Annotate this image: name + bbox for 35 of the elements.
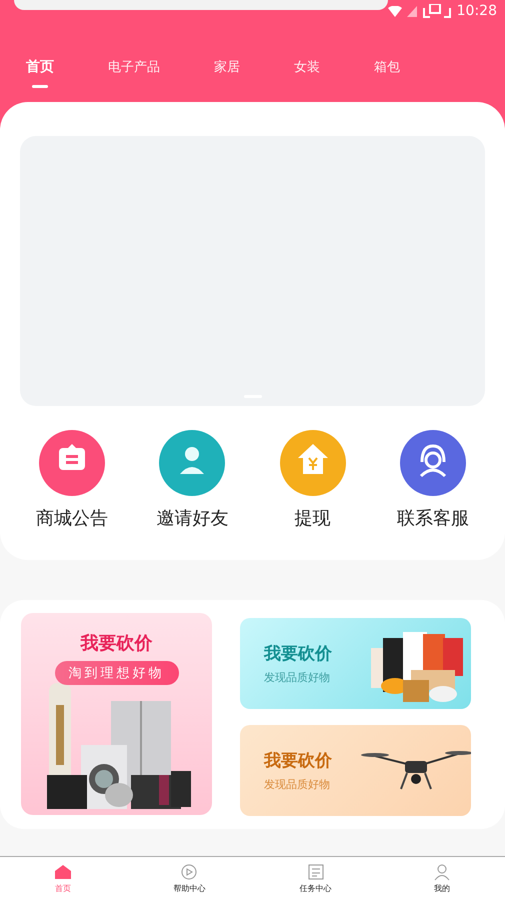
home-icon [54, 863, 72, 881]
battery-icon [422, 4, 452, 18]
checklist-icon [306, 863, 325, 881]
promo-subtitle: 发现品质好物 [264, 670, 331, 685]
status-time: 10:28 [456, 3, 497, 19]
category-tab[interactable]: 箱包 [374, 58, 400, 88]
no-signal-icon [406, 6, 417, 16]
category-tab[interactable]: 首页 [26, 58, 54, 88]
promo-title: 我要砍价 [264, 643, 332, 665]
shortcut-item[interactable]: 商城公告 [12, 430, 132, 530]
promo-subtitle: 发现品质好物 [264, 777, 331, 792]
wifi-icon [388, 6, 402, 16]
shortcut-item[interactable]: 邀请好友 [132, 430, 252, 530]
service-icon [400, 430, 466, 496]
category-tab[interactable]: 电子产品 [108, 58, 160, 88]
promo-banner[interactable]: 我要砍价 淘到理想好物 [21, 613, 212, 815]
nav-item[interactable]: 帮助中心 [126, 857, 252, 899]
nav-item[interactable]: 任务中心 [252, 857, 379, 899]
promo-title: 我要砍价 [264, 750, 332, 772]
promo-tagline: 淘到理想好物 [54, 661, 178, 685]
nav-item[interactable]: 我的 [378, 857, 505, 899]
shortcut-item[interactable]: 联系客服 [372, 430, 493, 530]
shortcut-item[interactable]: 提现 [252, 430, 373, 530]
play-icon [180, 863, 198, 881]
promo-banner[interactable]: 我要砍价 发现品质好物 [240, 725, 471, 816]
category-tab[interactable]: 女装 [294, 58, 320, 88]
nav-item[interactable]: 首页 [0, 857, 126, 899]
promo-banner[interactable]: 我要砍价 发现品质好物 [240, 618, 471, 709]
user-icon [432, 863, 451, 881]
withdraw-icon [280, 430, 346, 496]
search-bar[interactable] [14, 0, 388, 10]
friends-icon [159, 430, 226, 496]
category-tab[interactable]: 家居 [214, 58, 240, 88]
notice-icon [39, 430, 106, 496]
promo-title: 我要砍价 [80, 632, 152, 655]
